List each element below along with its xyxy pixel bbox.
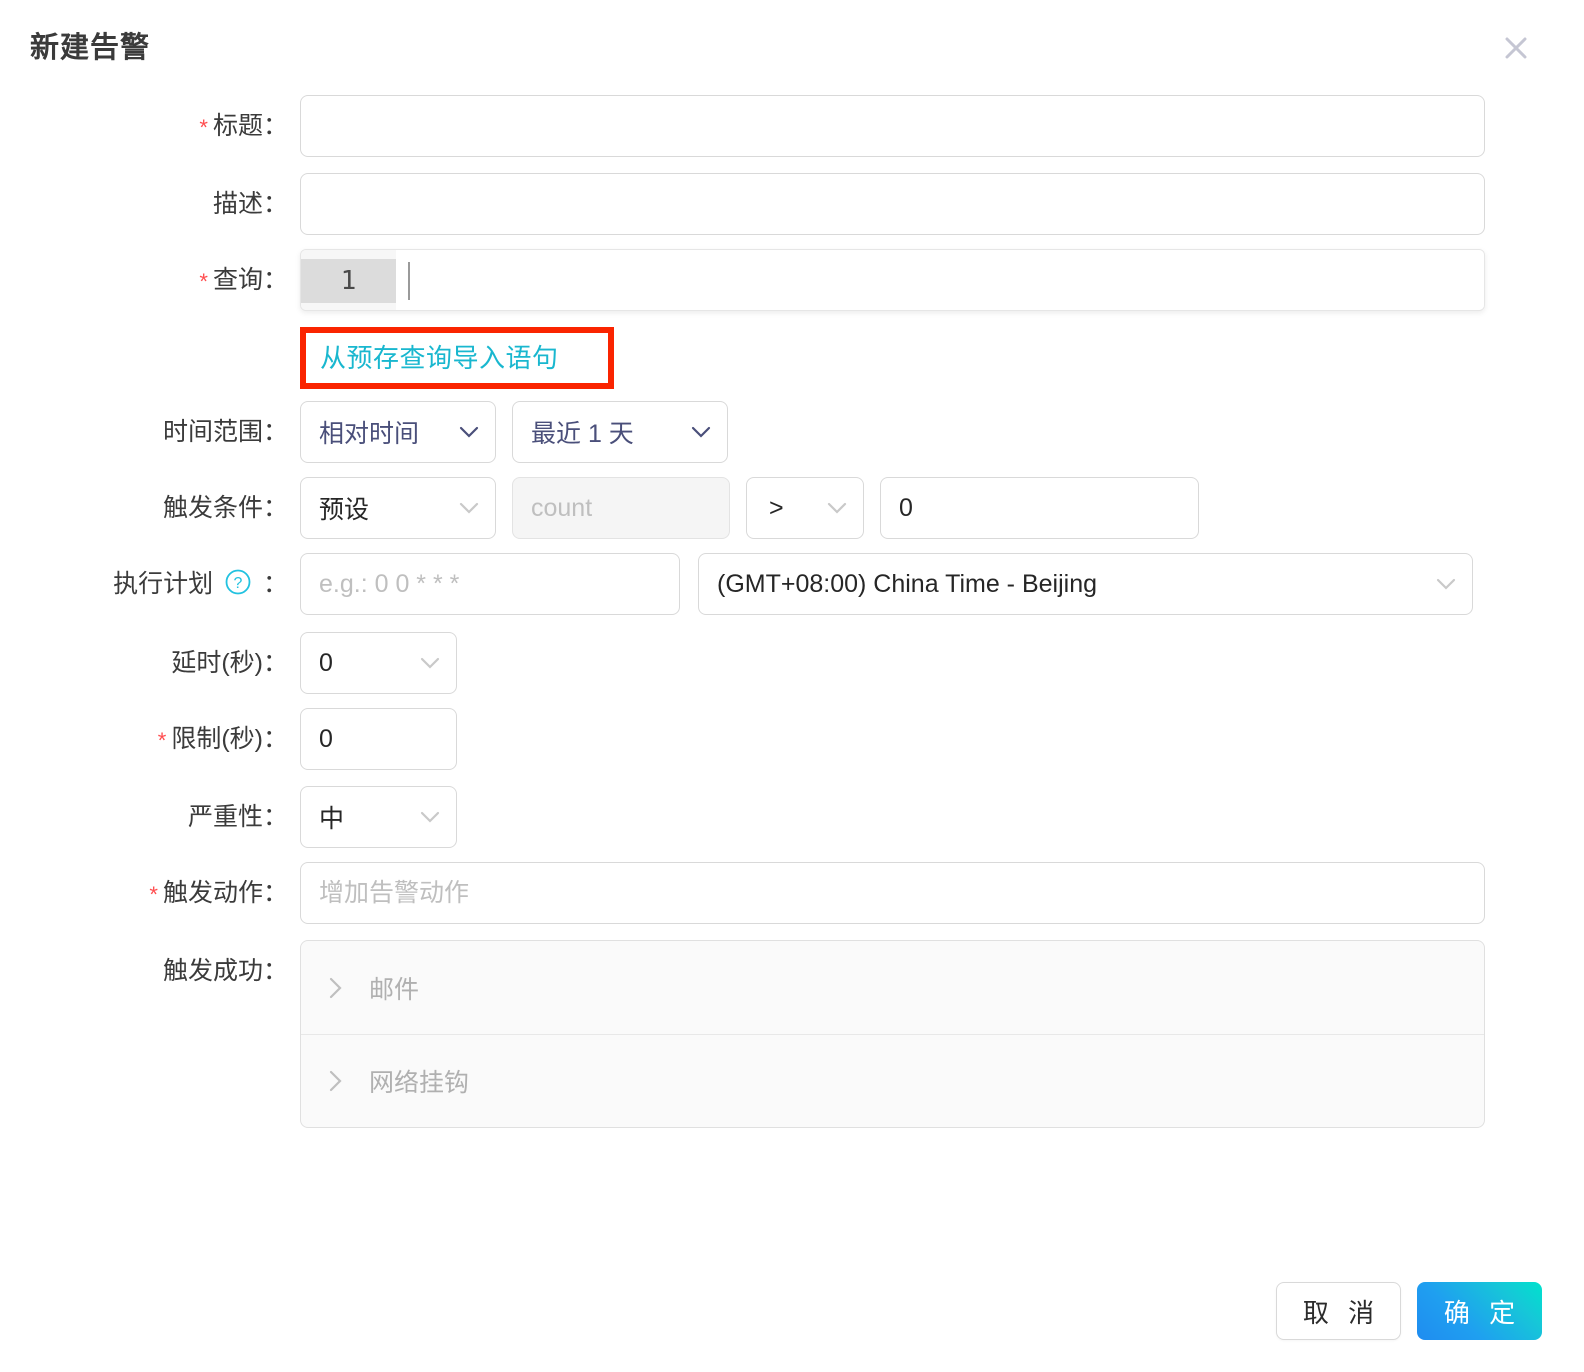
severity-select[interactable]: 中 xyxy=(300,786,457,848)
form-row-trigger-action: * 触发动作： xyxy=(0,862,1584,926)
trigger-condition-mode-select[interactable]: 预设 xyxy=(300,477,496,539)
form-row-query: * 查询： 1 xyxy=(0,249,1584,313)
title-label: * 标题： xyxy=(199,112,288,140)
chevron-down-icon xyxy=(459,426,479,439)
chevron-down-icon xyxy=(1436,578,1456,591)
delay-label: 延时(秒)： xyxy=(171,649,288,677)
trigger-condition-mode-value: 预设 xyxy=(319,496,370,524)
trigger-success-label: 触发成功： xyxy=(162,957,288,985)
limit-input[interactable] xyxy=(300,708,457,770)
severity-label: 严重性： xyxy=(187,803,288,831)
trigger-action-input[interactable] xyxy=(300,862,1485,924)
new-alert-dialog: 新建告警 * 标题： 描述： * 查询： 1 从预存查询导入语句 时间范围： 相… xyxy=(0,0,1584,1372)
delay-select[interactable]: 0 xyxy=(300,632,457,694)
trigger-condition-operator-select[interactable]: > xyxy=(746,477,864,539)
form-row-title: * 标题： xyxy=(0,95,1584,159)
query-editor-gutter: 1 xyxy=(301,250,396,310)
description-label: 描述： xyxy=(212,190,288,218)
query-label: * 查询： xyxy=(199,266,288,294)
confirm-button[interactable]: 确 定 xyxy=(1417,1282,1542,1340)
required-marker: * xyxy=(157,728,167,753)
query-line-number: 1 xyxy=(301,259,396,303)
import-query-link-highlight-wrap: 从预存查询导入语句 xyxy=(300,327,614,389)
page-title: 新建告警 xyxy=(30,32,151,64)
trigger-condition-metric-input xyxy=(512,477,730,539)
question-circle-icon[interactable]: ? xyxy=(225,556,251,618)
form-row-description: 描述： xyxy=(0,173,1584,235)
time-range-label: 时间范围： xyxy=(162,418,288,446)
time-range-mode-select[interactable]: 相对时间 xyxy=(300,401,496,463)
time-range-value: 最近 1 天 xyxy=(531,420,634,448)
chevron-right-icon xyxy=(329,1070,343,1092)
query-editor-textarea[interactable] xyxy=(396,250,1484,310)
schedule-label: 执行计划 ? ： xyxy=(0,553,300,618)
delay-value: 0 xyxy=(319,648,333,677)
limit-label: * 限制(秒)： xyxy=(157,725,288,753)
required-marker: * xyxy=(199,269,208,294)
time-range-mode-value: 相对时间 xyxy=(319,420,420,448)
chevron-down-icon xyxy=(459,502,479,515)
import-from-saved-query-link[interactable]: 从预存查询导入语句 xyxy=(320,336,559,380)
trigger-condition-threshold-input[interactable] xyxy=(880,477,1199,539)
trigger-action-label: * 触发动作： xyxy=(149,879,288,907)
trigger-success-collapse: 邮件 网络挂钩 xyxy=(300,940,1485,1128)
form-row-trigger-condition: 触发条件： 预设 > xyxy=(0,477,1584,539)
form-row-delay: 延时(秒)： 0 xyxy=(0,632,1584,694)
chevron-down-icon xyxy=(691,426,711,439)
chevron-down-icon xyxy=(420,657,440,670)
required-marker: * xyxy=(149,882,158,907)
required-marker: * xyxy=(199,115,208,140)
collapse-item-label: 邮件 xyxy=(369,975,420,1004)
dialog-header: 新建告警 xyxy=(0,0,1584,95)
close-icon[interactable] xyxy=(1496,28,1536,68)
title-input[interactable] xyxy=(300,95,1485,157)
form-row-schedule: 执行计划 ? ： (GMT+08:00) China Time - Beijin… xyxy=(0,553,1584,618)
time-range-value-select[interactable]: 最近 1 天 xyxy=(512,401,728,463)
schedule-cron-input[interactable] xyxy=(300,553,680,615)
schedule-timezone-select[interactable]: (GMT+08:00) China Time - Beijing xyxy=(698,553,1473,615)
form-row-time-range: 时间范围： 相对时间 最近 1 天 xyxy=(0,401,1584,463)
severity-value: 中 xyxy=(319,805,345,833)
dialog-footer: 取 消 确 定 xyxy=(1276,1282,1542,1340)
chevron-down-icon xyxy=(827,502,847,515)
alert-form: * 标题： 描述： * 查询： 1 从预存查询导入语句 时间范围： 相对时间 最… xyxy=(0,95,1584,1142)
collapse-item-email[interactable]: 邮件 xyxy=(301,941,1484,1034)
form-row-trigger-success: 触发成功： 邮件 网络挂钩 xyxy=(0,940,1584,1128)
text-cursor xyxy=(408,262,410,300)
schedule-timezone-value: (GMT+08:00) China Time - Beijing xyxy=(717,569,1098,598)
svg-text:?: ? xyxy=(234,575,243,592)
form-row-severity: 严重性： 中 xyxy=(0,786,1584,848)
trigger-condition-operator-value: > xyxy=(769,493,784,522)
description-input[interactable] xyxy=(300,173,1485,235)
query-editor[interactable]: 1 xyxy=(300,249,1485,311)
form-row-limit: * 限制(秒)： xyxy=(0,708,1584,772)
trigger-condition-label: 触发条件： xyxy=(162,494,288,522)
cancel-button[interactable]: 取 消 xyxy=(1276,1282,1401,1340)
collapse-item-webhook[interactable]: 网络挂钩 xyxy=(301,1034,1484,1127)
collapse-item-label: 网络挂钩 xyxy=(369,1069,470,1097)
chevron-down-icon xyxy=(420,811,440,824)
chevron-right-icon xyxy=(329,977,343,999)
